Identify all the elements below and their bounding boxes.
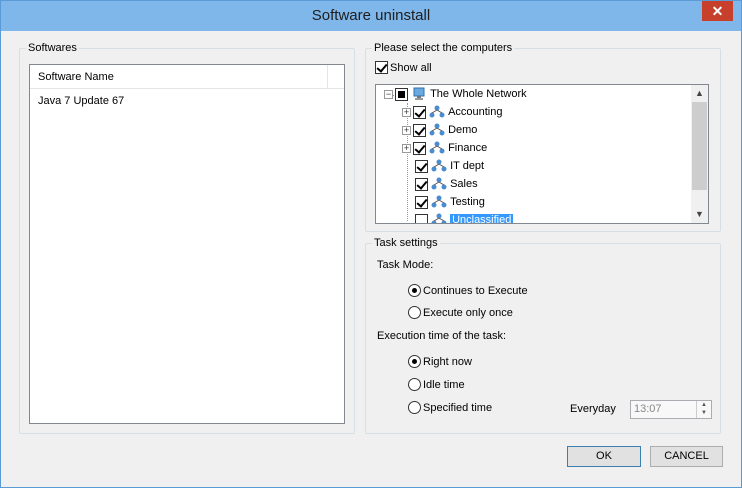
radio-idle-time[interactable]: Idle time <box>408 378 465 391</box>
window-title: Software uninstall <box>311 7 431 24</box>
tree-node-testing[interactable]: Testing <box>415 195 485 211</box>
group-icon <box>429 105 445 118</box>
group-icon <box>431 177 447 190</box>
column-header-software-name[interactable]: Software Name <box>30 65 328 89</box>
network-icon <box>413 87 425 100</box>
time-spinner[interactable]: 13:07 ▲ ▼ <box>630 400 712 419</box>
group-icon <box>429 141 445 154</box>
tree-node-label: The Whole Network <box>430 88 527 100</box>
execution-time-label: Execution time of the task: <box>377 330 507 342</box>
close-button[interactable]: ✕ <box>702 1 733 21</box>
title-bar[interactable]: Software uninstall ✕ <box>1 1 741 31</box>
softwares-group-label: Softwares <box>26 42 79 54</box>
computer-tree[interactable]: − The Whole Network + Accounting + Demo … <box>375 84 709 224</box>
radio-label: Specified time <box>423 401 493 414</box>
tree-node-label: Sales <box>450 178 478 190</box>
radio-execute-only-once[interactable]: Execute only once <box>408 306 513 319</box>
tree-node-sales[interactable]: Sales <box>415 177 478 193</box>
radio-right-now[interactable]: Right now <box>408 355 472 368</box>
group-icon <box>429 123 445 136</box>
scroll-down-icon[interactable]: ▼ <box>691 206 708 223</box>
radio-label: Continues to Execute <box>423 284 528 297</box>
radio-icon[interactable] <box>408 355 421 368</box>
expand-icon[interactable]: + <box>402 143 411 153</box>
softwares-group: Softwares Software Name Java 7 Update 67 <box>19 42 355 434</box>
tree-node-unclassified[interactable]: Unclassified <box>415 213 514 224</box>
tree-node-label: Demo <box>448 124 478 136</box>
tree-node-demo[interactable]: + Demo <box>402 123 477 139</box>
checkbox-icon[interactable] <box>395 87 408 101</box>
scroll-up-icon[interactable]: ▲ <box>691 85 708 102</box>
tree-node-label: Unclassified <box>450 214 514 224</box>
radio-icon[interactable] <box>408 401 421 414</box>
group-icon <box>431 213 447 223</box>
radio-continues-to-execute[interactable]: Continues to Execute <box>408 284 528 297</box>
computers-group-label: Please select the computers <box>372 42 515 54</box>
software-list-header: Software Name <box>30 65 344 89</box>
tree-node-it-dept[interactable]: IT dept <box>415 159 484 175</box>
time-value: 13:07 <box>634 403 662 415</box>
tree-node-label: Finance <box>448 142 488 154</box>
list-item[interactable]: Java 7 Update 67 <box>38 95 124 107</box>
checkbox-icon[interactable] <box>415 177 428 191</box>
radio-icon[interactable] <box>408 378 421 391</box>
group-icon <box>431 159 447 172</box>
radio-label: Idle time <box>423 378 465 391</box>
checkbox-icon[interactable] <box>415 195 428 209</box>
cancel-button[interactable]: CANCEL <box>650 446 723 467</box>
checkbox-icon[interactable] <box>415 213 428 223</box>
group-icon <box>431 195 447 208</box>
tree-node-accounting[interactable]: + Accounting <box>402 105 503 121</box>
show-all-checkbox[interactable]: Show all <box>375 61 432 74</box>
checkbox-icon[interactable] <box>375 61 388 74</box>
checkbox-icon[interactable] <box>413 141 426 155</box>
tree-node-root[interactable]: − The Whole Network <box>384 87 527 103</box>
radio-icon[interactable] <box>408 306 421 319</box>
checkbox-icon[interactable] <box>413 123 426 137</box>
radio-icon[interactable] <box>408 284 421 297</box>
checkbox-icon[interactable] <box>415 159 428 173</box>
everyday-label: Everyday <box>570 403 616 415</box>
software-list[interactable]: Software Name Java 7 Update 67 <box>29 64 345 424</box>
computers-group: Please select the computers Show all − T… <box>365 42 721 232</box>
checkbox-icon[interactable] <box>413 105 426 119</box>
expand-icon[interactable]: + <box>402 125 411 135</box>
tree-scrollbar[interactable]: ▲ ▼ <box>691 85 708 223</box>
ok-button[interactable]: OK <box>567 446 641 467</box>
dialog-client: Softwares Software Name Java 7 Update 67… <box>9 31 733 481</box>
tree-node-finance[interactable]: + Finance <box>402 141 487 157</box>
dialog-window: Software uninstall ✕ Softwares Software … <box>0 0 742 488</box>
collapse-icon[interactable]: − <box>384 89 393 99</box>
tree-node-label: IT dept <box>450 160 485 172</box>
radio-label: Execute only once <box>423 306 513 319</box>
tree-node-label: Testing <box>450 196 485 208</box>
scroll-thumb[interactable] <box>692 102 707 190</box>
spinner-arrows-icon[interactable]: ▲ ▼ <box>696 401 711 418</box>
radio-label: Right now <box>423 355 472 368</box>
radio-specified-time[interactable]: Specified time <box>408 401 492 414</box>
task-mode-label: Task Mode: <box>377 259 434 271</box>
task-settings-group-label: Task settings <box>372 237 440 249</box>
show-all-label: Show all <box>390 61 432 74</box>
tree-node-label: Accounting <box>448 106 503 118</box>
expand-icon[interactable]: + <box>402 107 411 117</box>
task-settings-group: Task settings Task Mode: Continues to Ex… <box>365 237 721 434</box>
